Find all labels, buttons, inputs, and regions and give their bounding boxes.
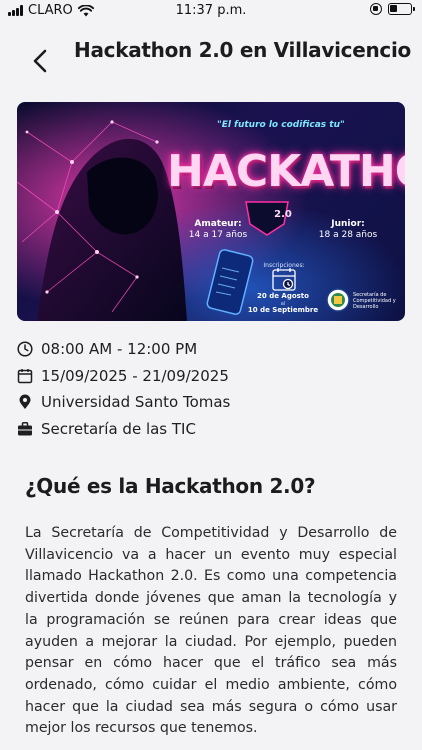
- banner-tagline: "El futuro lo codificas tu": [217, 120, 345, 130]
- clock: 11:37 p.m.: [175, 3, 247, 18]
- status-bar: CLARO 11:37 p.m.: [0, 0, 422, 22]
- info-location: Universidad Santo Tomas: [17, 389, 407, 416]
- info-time-text: 08:00 AM - 12:00 PM: [41, 340, 198, 359]
- amateur-title: Amateur:: [194, 219, 242, 229]
- event-info: 08:00 AM - 12:00 PM 15/09/2025 - 21/09/2…: [17, 336, 407, 442]
- event-description: La Secretaría de Competitividad y Desarr…: [25, 525, 397, 737]
- info-date: 15/09/2025 - 21/09/2025: [17, 363, 407, 390]
- back-button[interactable]: [30, 48, 52, 74]
- junior-title: Junior:: [331, 219, 365, 229]
- info-time: 08:00 AM - 12:00 PM: [17, 336, 407, 363]
- battery-icon: [388, 3, 415, 15]
- banner-inscriptions-label: Inscripciones:: [263, 262, 305, 269]
- info-organizer: Secretaría de las TIC: [17, 416, 407, 443]
- banner-date-end: 10 de Septiembre: [247, 306, 319, 314]
- banner-artwork: [17, 102, 405, 321]
- section-title: ¿Qué es la Hackathon 2.0?: [25, 474, 316, 498]
- calendar-icon: [17, 368, 33, 384]
- info-organizer-text: Secretaría de las TIC: [41, 419, 196, 438]
- banner-date-start: 20 de Agosto: [257, 292, 309, 300]
- banner-amateur: Amateur: 14 a 17 años: [183, 219, 253, 241]
- header: Hackathon 2.0 en Villavicencio: [0, 30, 422, 80]
- amateur-ages: 14 a 17 años: [188, 230, 248, 240]
- orientation-lock-icon: [370, 3, 382, 15]
- event-banner: "El futuro lo codificas tu" HACKATHON 2.…: [17, 102, 405, 321]
- banner-junior: Junior: 18 a 28 años: [313, 219, 383, 241]
- junior-ages: 18 a 28 años: [318, 230, 378, 240]
- banner-organizer: Secretaría de Competitividad y Desarroll…: [353, 292, 396, 310]
- clock-icon: [17, 341, 33, 357]
- banner-headline: HACKATHON: [167, 146, 405, 197]
- page-title: Hackathon 2.0 en Villavicencio: [74, 38, 411, 62]
- banner-version: 2.0: [274, 209, 292, 220]
- status-right: [370, 3, 415, 15]
- info-location-text: Universidad Santo Tomas: [41, 393, 231, 412]
- location-pin-icon: [17, 394, 33, 410]
- briefcase-icon: [17, 421, 33, 437]
- info-date-text: 15/09/2025 - 21/09/2025: [41, 366, 229, 385]
